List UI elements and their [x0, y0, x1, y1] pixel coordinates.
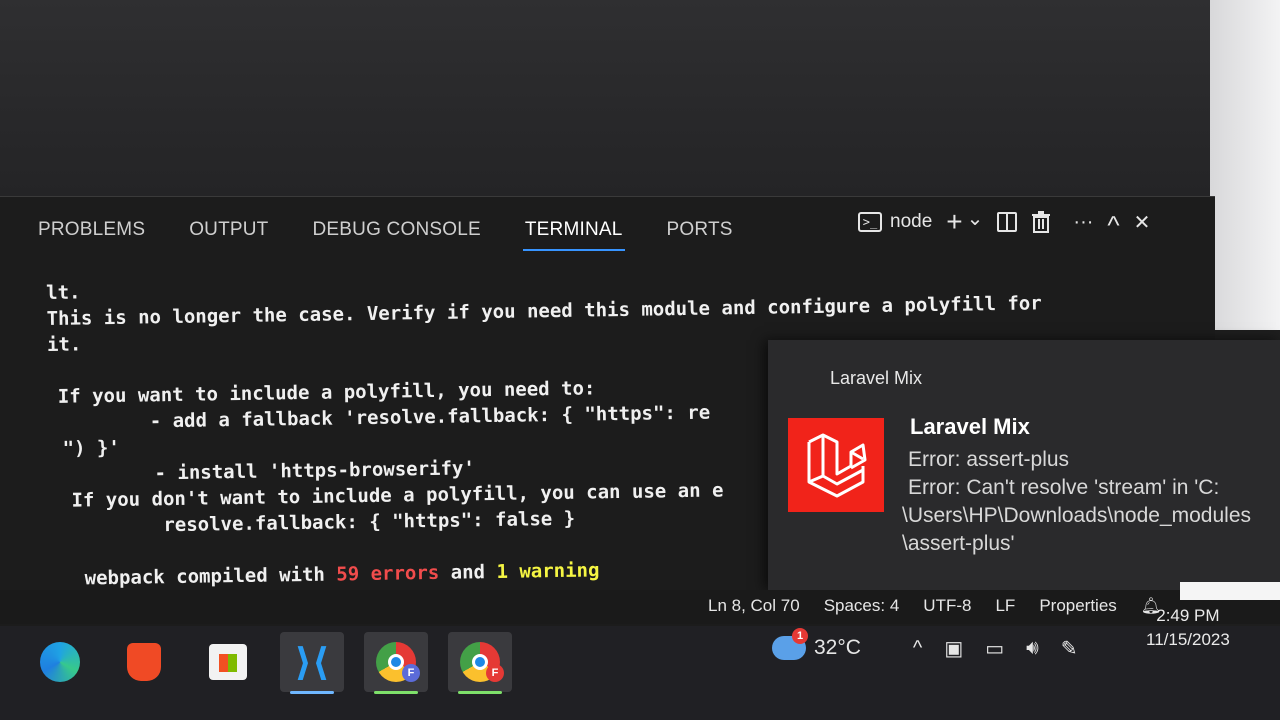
- battery-icon[interactable]: ▭: [985, 636, 1004, 661]
- chevron-up-icon[interactable]: ^: [913, 637, 922, 660]
- warning-count: 1 warning: [496, 559, 600, 583]
- shell-label: node: [890, 211, 933, 232]
- tab-ports[interactable]: PORTS: [667, 219, 733, 247]
- close-panel-button[interactable]: ✕: [1134, 210, 1151, 235]
- system-tray: 1 32°C ^ ▣ ▭ 🔊︎ ✎: [772, 628, 1078, 668]
- running-indicator: [458, 691, 502, 694]
- store-icon: [209, 644, 247, 680]
- notification-title: Laravel Mix: [910, 414, 1030, 439]
- terminal-shell-selector[interactable]: >_ node: [858, 211, 932, 233]
- taskbar-brave[interactable]: [112, 632, 176, 692]
- kill-terminal-button[interactable]: [1031, 211, 1051, 233]
- terminal-icon: >_: [858, 212, 882, 232]
- notification-app-name: Laravel Mix: [830, 368, 923, 388]
- taskbar-vscode[interactable]: ⟩⟨: [280, 632, 344, 694]
- taskbar-store[interactable]: [196, 632, 260, 692]
- weather-cloud-icon: 1: [772, 628, 808, 660]
- webcam-icon[interactable]: ▣: [944, 636, 963, 661]
- laravel-logo-glyph: [807, 433, 867, 498]
- notification-line: \Users\HP\Downloads\node_modules: [902, 504, 1252, 527]
- tab-output[interactable]: OUTPUT: [189, 219, 268, 247]
- end-of-line[interactable]: LF: [995, 596, 1015, 616]
- running-indicator: [374, 691, 418, 694]
- more-actions-button[interactable]: ···: [1073, 211, 1093, 234]
- tab-terminal[interactable]: TERMINAL: [522, 219, 625, 251]
- tab-problems[interactable]: PROBLEMS: [38, 219, 145, 247]
- language-mode[interactable]: Properties: [1039, 596, 1116, 616]
- split-terminal-button[interactable]: [997, 212, 1018, 232]
- profile-badge: F: [402, 664, 420, 682]
- new-terminal-button[interactable]: +: [946, 206, 962, 238]
- laravel-logo-icon: [788, 418, 884, 512]
- weather-alert-badge: 1: [792, 628, 808, 644]
- taskbar-chrome-f-red[interactable]: F: [448, 632, 512, 694]
- clock-date: 11/15/2023: [1146, 630, 1230, 649]
- notification-body: Error: assert-plus Error: Can't resolve …: [902, 446, 1278, 558]
- weather-widget[interactable]: 1 32°C: [772, 628, 861, 660]
- notification-line: \assert-plus': [902, 532, 1015, 555]
- brave-icon: [127, 643, 161, 681]
- error-count: 59 errors: [336, 561, 440, 586]
- indentation[interactable]: Spaces: 4: [824, 596, 900, 616]
- running-indicator: [290, 691, 334, 694]
- edge-icon: [40, 642, 80, 682]
- status-bar-items: Ln 8, Col 70 Spaces: 4 UTF-8 LF Properti…: [708, 596, 1161, 616]
- editor-area: [0, 0, 1240, 200]
- tab-debug-console[interactable]: DEBUG CONSOLE: [313, 219, 481, 247]
- split-icon: [997, 212, 1018, 232]
- taskbar-clock[interactable]: 2:49 PM 11/15/2023: [1146, 604, 1230, 652]
- screen: PROBLEMS OUTPUT DEBUG CONSOLE TERMINAL P…: [0, 0, 1280, 720]
- taskbar-edge[interactable]: [28, 632, 92, 692]
- maximize-panel-button[interactable]: ^: [1107, 210, 1119, 241]
- notification-line: Error: Can't resolve 'stream' in 'C:: [908, 476, 1220, 499]
- trash-icon: [1032, 211, 1051, 233]
- summary-middle: and: [439, 560, 497, 584]
- panel-tabs: PROBLEMS OUTPUT DEBUG CONSOLE TERMINAL P…: [38, 218, 733, 251]
- summary-prefix: webpack compiled with: [84, 563, 337, 590]
- weather-temp: 32°C: [814, 636, 861, 659]
- chevron-down-icon[interactable]: ⌄: [967, 206, 984, 231]
- taskbar-apps: ⟩⟨ F F: [28, 632, 512, 694]
- vscode-icon: ⟩⟨: [294, 640, 330, 684]
- background-wall: [1210, 0, 1280, 330]
- toast-notification[interactable]: Laravel Mix Laravel Mix Error: assert-pl…: [768, 340, 1280, 590]
- taskbar-chrome-f[interactable]: F: [364, 632, 428, 694]
- pen-icon[interactable]: ✎: [1061, 636, 1078, 661]
- volume-icon[interactable]: 🔊︎: [1026, 637, 1039, 660]
- clock-time: 2:49 PM: [1156, 606, 1220, 625]
- notification-line: Error: assert-plus: [908, 448, 1070, 471]
- cursor-position[interactable]: Ln 8, Col 70: [708, 596, 800, 616]
- panel-actions: >_ node + ⌄ ··· ^ ✕: [858, 206, 1151, 241]
- encoding[interactable]: UTF-8: [923, 596, 971, 616]
- status-bar-highlight: [1180, 582, 1280, 600]
- profile-badge: F: [486, 664, 504, 682]
